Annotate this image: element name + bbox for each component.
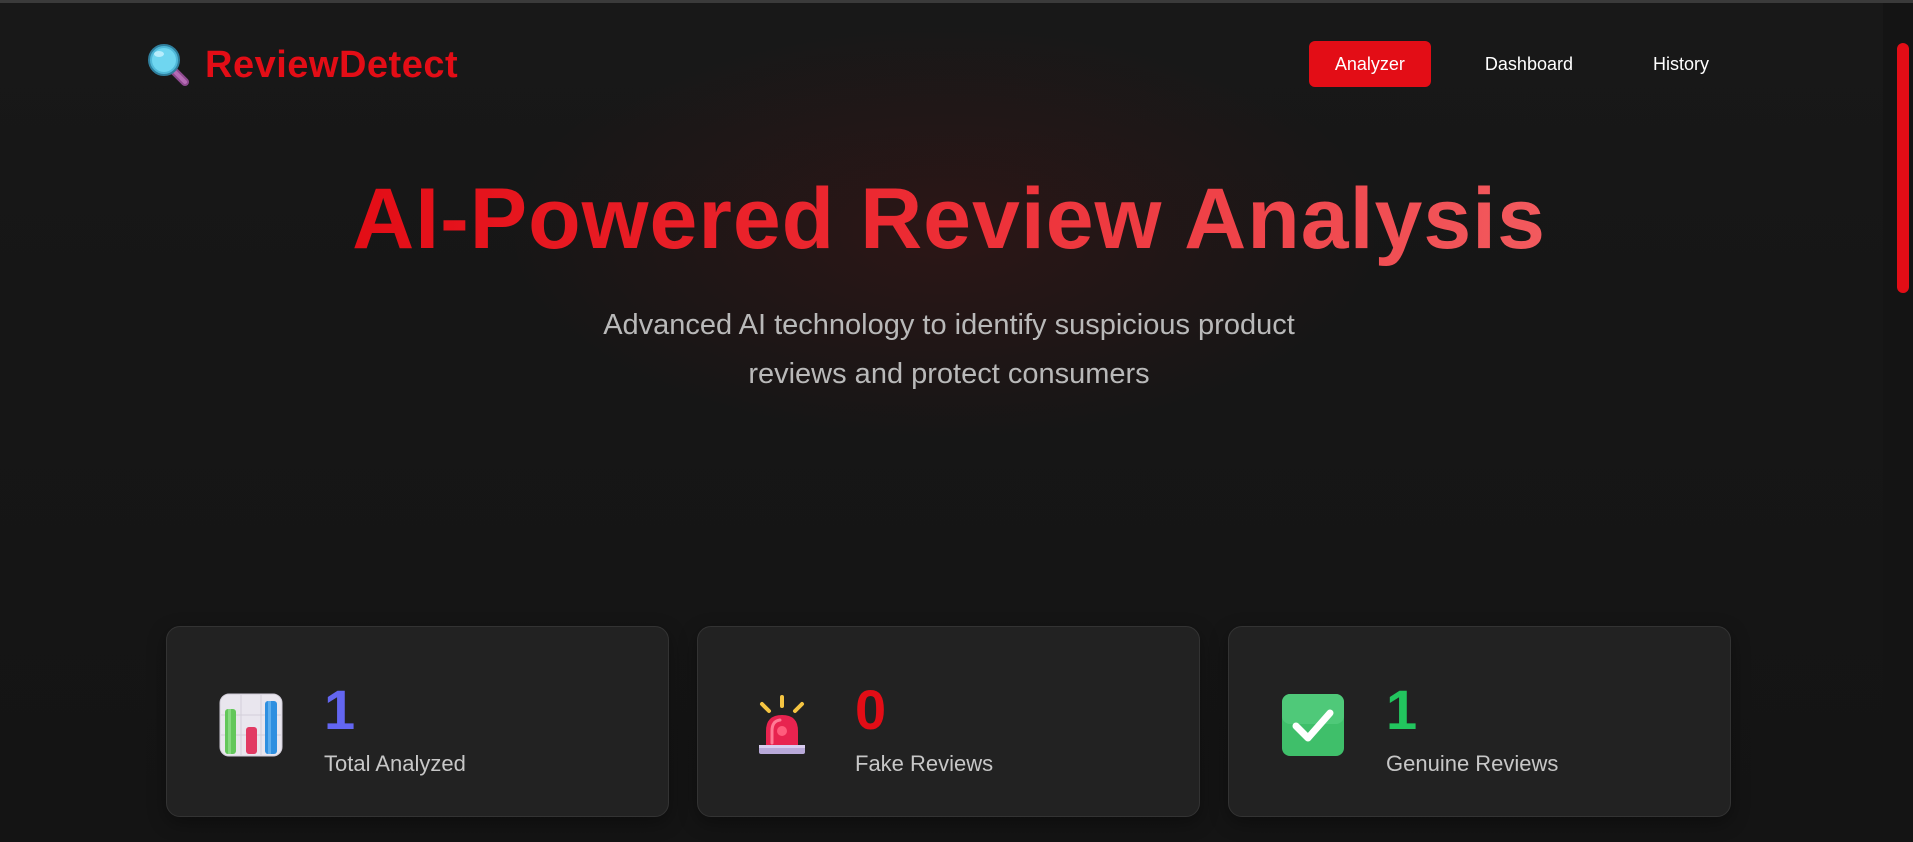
scrollbar-track[interactable] <box>1883 3 1913 842</box>
stat-card-fake-reviews: 0 Fake Reviews <box>697 626 1200 817</box>
stat-value-genuine-reviews: 1 <box>1386 678 1418 741</box>
stats-row: 1 Total Analyzed 0 Fake Reviews 1 Genuin… <box>166 626 1732 817</box>
stat-value-total-analyzed: 1 <box>324 678 356 741</box>
check-mark-icon <box>1282 694 1344 756</box>
brand-name: ReviewDetect <box>205 43 459 86</box>
hero-subtitle-line-1: Advanced AI technology to identify suspi… <box>603 309 1295 341</box>
stat-label-fake-reviews: Fake Reviews <box>855 751 994 776</box>
nav-dashboard[interactable]: Dashboard <box>1459 41 1599 87</box>
stat-label-genuine-reviews: Genuine Reviews <box>1386 751 1559 776</box>
main-nav: Analyzer Dashboard History <box>1281 41 1735 87</box>
brand-logo[interactable]: ReviewDetect <box>145 39 458 91</box>
scrollbar-thumb[interactable] <box>1897 43 1909 293</box>
stat-card-total-analyzed: 1 Total Analyzed <box>166 626 669 817</box>
nav-analyzer[interactable]: Analyzer <box>1308 41 1431 87</box>
stat-value-fake-reviews: 0 <box>855 678 887 741</box>
hero-subtitle: Advanced AI technology to identify suspi… <box>0 301 1898 399</box>
hero-title-text: AI-Powered Review Analysis <box>352 171 1546 267</box>
header: ReviewDetect Analyzer Dashboard History <box>145 39 1735 91</box>
hero-title: AI-Powered Review Analysis <box>0 169 1898 269</box>
nav-history[interactable]: History <box>1627 41 1735 87</box>
hero-subtitle-line-2: reviews and protect consumers <box>748 358 1150 390</box>
stat-card-genuine-reviews: 1 Genuine Reviews <box>1228 626 1731 817</box>
magnifying-glass-icon <box>148 44 189 86</box>
siren-icon <box>759 695 805 754</box>
stat-label-total-analyzed: Total Analyzed <box>324 751 466 776</box>
bar-chart-icon <box>219 693 283 757</box>
app-window: ReviewDetect Analyzer Dashboard History … <box>0 0 1913 842</box>
